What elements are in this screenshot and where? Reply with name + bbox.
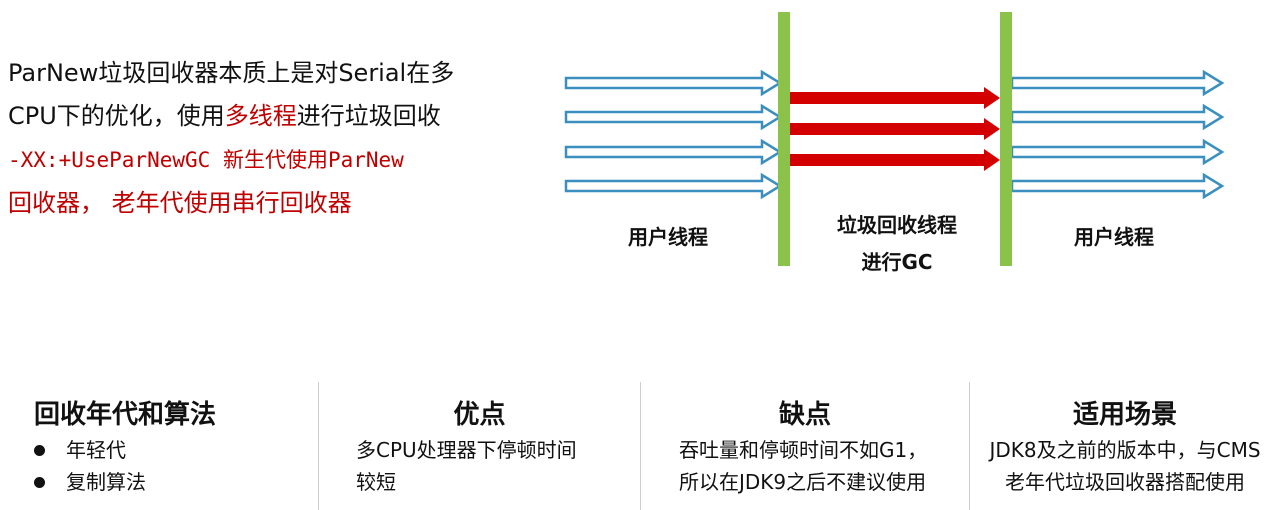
column-algorithm: 回收年代和算法 年轻代 复制算法 — [0, 382, 318, 510]
user-thread-arrow-right-4 — [1010, 173, 1224, 199]
algorithm-list: 年轻代 复制算法 — [34, 434, 146, 498]
intro-text: ParNew垃圾回收器本质上是对Serial在多 CPU下的优化，使用多线程进行… — [8, 52, 568, 225]
disadvantages-line-2: 所以在JDK9之后不建议使用 — [679, 470, 927, 494]
advantages-line-2: 较短 — [356, 470, 396, 494]
disadvantages-line-1: 吞吐量和停顿时间不如G1， — [679, 438, 928, 462]
diagram-canvas: 用户线程 垃圾回收线程 进行GC 用户线程 — [564, 12, 1224, 274]
user-thread-arrow-left-1 — [564, 70, 782, 96]
column-algorithm-title: 回收年代和算法 — [34, 400, 217, 430]
pause-barrier-end — [1000, 12, 1012, 266]
column-disadvantages: 缺点 吞吐量和停顿时间不如G1， 所以在JDK9之后不建议使用 — [641, 382, 969, 510]
right-user-thread-label: 用户线程 — [1074, 225, 1154, 249]
intro-line-1: ParNew垃圾回收器本质上是对Serial在多 — [8, 59, 455, 87]
pause-barrier-start — [778, 12, 790, 266]
user-thread-arrow-right-3 — [1010, 139, 1224, 165]
list-item: 复制算法 — [34, 466, 146, 498]
intro-line-3-rest: 新生代使用ParNew — [210, 148, 404, 172]
use-case-line-2: 老年代垃圾回收器搭配使用 — [1005, 470, 1245, 494]
user-thread-arrow-right-2 — [1010, 104, 1224, 130]
intro-line-3: -XX:+UseParNewGC 新生代使用ParNew — [8, 138, 568, 182]
gc-thread-arrow-1 — [790, 87, 1000, 109]
intro-highlight-multithread: 多线程 — [224, 102, 297, 130]
user-thread-arrow-left-4 — [564, 173, 782, 199]
gc-thread-arrow-3 — [790, 149, 1000, 171]
gc-thread-arrow-2 — [790, 118, 1000, 140]
intro-line-2-prefix: CPU下的优化，使用 — [8, 102, 225, 130]
jvm-flag-code: -XX:+UseParNewGC — [8, 148, 211, 172]
gc-thread-diagram: 用户线程 垃圾回收线程 进行GC 用户线程 — [560, 10, 1260, 284]
user-thread-arrow-left-3 — [564, 139, 782, 165]
column-use-case-title: 适用场景 — [1072, 400, 1177, 430]
feature-columns: 回收年代和算法 年轻代 复制算法 优点 多CPU处理器下停顿时间 较短 缺点 吞… — [0, 382, 1280, 510]
left-user-thread-label: 用户线程 — [628, 225, 708, 249]
use-case-line-1: JDK8及之前的版本中，与CMS — [989, 438, 1261, 462]
gc-thread-label: 垃圾回收线程 — [837, 213, 957, 237]
intro-line-4: 回收器， 老年代使用串行回收器 — [8, 189, 352, 217]
column-advantages: 优点 多CPU处理器下停顿时间 较短 — [319, 382, 640, 510]
list-item: 年轻代 — [34, 434, 146, 466]
user-thread-arrow-right-1 — [1010, 70, 1224, 96]
column-disadvantages-title: 缺点 — [778, 400, 831, 430]
gc-run-label: 进行GC — [861, 250, 932, 274]
column-use-case: 适用场景 JDK8及之前的版本中，与CMS 老年代垃圾回收器搭配使用 — [970, 382, 1280, 510]
intro-line-2: CPU下的优化，使用多线程进行垃圾回收 — [8, 95, 568, 138]
user-thread-arrow-left-2 — [564, 104, 782, 130]
advantages-line-1: 多CPU处理器下停顿时间 — [356, 438, 577, 462]
column-advantages-title: 优点 — [453, 400, 506, 430]
intro-line-2-suffix: 进行垃圾回收 — [296, 102, 441, 130]
